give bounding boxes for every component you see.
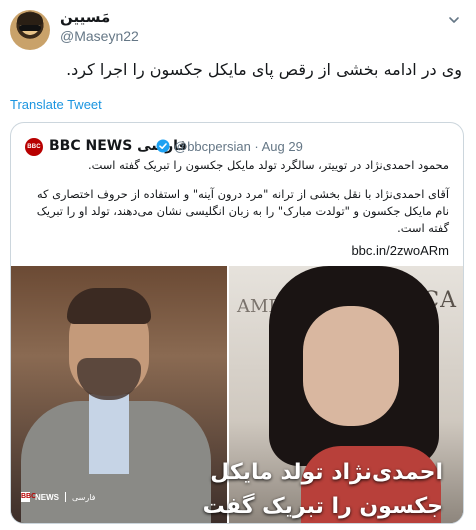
man-hair-shape xyxy=(67,288,151,324)
quoted-tweet[interactable]: BBC BBC NEWS فارسی @bbcpersian · Aug 29 … xyxy=(10,122,464,524)
bbc-persian-avatar[interactable]: BBC xyxy=(25,138,43,156)
quoted-handle-date[interactable]: @bbcpersian · Aug 29 xyxy=(174,139,303,154)
badge-separator xyxy=(65,492,66,502)
mj-face-shape xyxy=(303,306,399,426)
user-handle[interactable]: @Maseyn22 xyxy=(60,28,139,44)
quoted-media-image[interactable]: AMER AMERICA احمدی‌نژاد تولد مایکل جکسون… xyxy=(11,266,463,523)
man-shirt-shape xyxy=(89,394,129,474)
chevron-down-icon[interactable] xyxy=(448,14,460,26)
bbc-logo-text: BBC xyxy=(21,492,37,502)
verified-badge-icon xyxy=(156,139,170,153)
translate-tweet-link[interactable]: Translate Tweet xyxy=(10,97,102,112)
tweet-text: وی در ادامه بخشی از رقص پای مایکل جکسون … xyxy=(66,60,462,79)
quoted-paragraph-1: محمود احمدی‌نژاد در توییتر، سالگرد تولد … xyxy=(87,158,449,172)
image-headline: احمدی‌نژاد تولد مایکل جکسون را تبریک گفت xyxy=(202,460,443,519)
quoted-paragraph-2: آقای احمدی‌نژاد با نقل بخشی از ترانه "مر… xyxy=(36,187,449,235)
quoted-link[interactable]: bbc.in/2zwoARm xyxy=(351,243,449,258)
avatar-shades-shape xyxy=(19,25,41,31)
display-name[interactable]: مَسیین xyxy=(60,8,139,26)
bbc-news-label: NEWS xyxy=(35,492,59,502)
avatar[interactable] xyxy=(10,10,50,50)
avatar-hat-shape xyxy=(17,13,43,25)
tweet: مَسیین @Maseyn22 وی در ادامه بخشی از رقص… xyxy=(0,0,476,530)
quoted-tweet-header: BBC BBC NEWS فارسی @bbcpersian · Aug 29 xyxy=(11,137,463,156)
tweet-author: مَسیین @Maseyn22 xyxy=(60,8,139,44)
bbc-news-persian-badge: BBC NEWS فارسی xyxy=(21,490,96,504)
bbc-language-label: فارسی xyxy=(72,492,96,502)
quoted-tweet-text: محمود احمدی‌نژاد در توییتر، سالگرد تولد … xyxy=(23,157,449,249)
